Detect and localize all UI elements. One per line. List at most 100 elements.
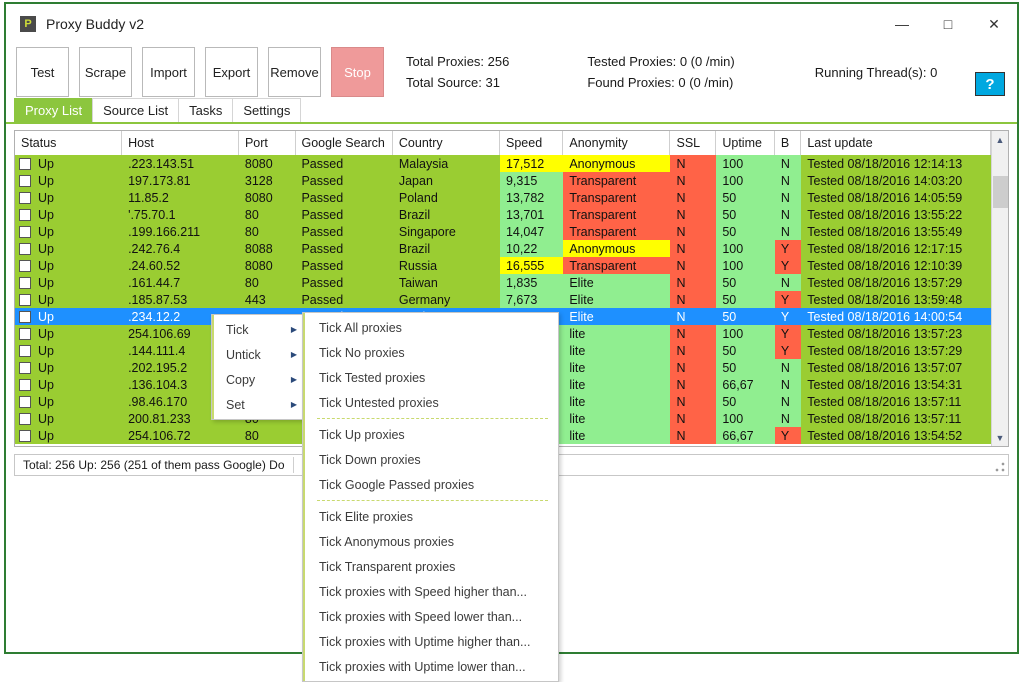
context-submenu-item[interactable]: Tick Anonymous proxies xyxy=(303,529,558,554)
row-checkbox[interactable] xyxy=(19,158,31,170)
row-host: '.75.70.1 xyxy=(122,206,239,223)
tab-proxy-list[interactable]: Proxy List xyxy=(14,98,93,122)
row-checkbox[interactable] xyxy=(19,430,31,442)
row-checkbox[interactable] xyxy=(19,311,31,323)
scrape-button[interactable]: Scrape xyxy=(79,47,132,97)
grid-vertical-scrollbar[interactable]: ▲ ▼ xyxy=(991,131,1008,446)
context-menu-item-tick[interactable]: Tick▶ xyxy=(212,317,305,342)
row-uptime: 100 xyxy=(716,325,775,342)
row-status: Up xyxy=(15,308,122,325)
table-row[interactable]: Up.185.87.53443PassedGermany7,673EliteN5… xyxy=(15,291,991,308)
tested-stats: Tested Proxies: 0 (0 /min) Found Proxies… xyxy=(587,47,734,97)
row-checkbox[interactable] xyxy=(19,277,31,289)
row-last-update: Tested 08/18/2016 14:05:59 xyxy=(801,189,991,206)
row-checkbox[interactable] xyxy=(19,192,31,204)
column-header-ssl[interactable]: SSL xyxy=(670,131,716,155)
row-anonymity: lite xyxy=(563,410,670,427)
column-header-host[interactable]: Host xyxy=(122,131,239,155)
column-header-country[interactable]: Country xyxy=(393,131,500,155)
context-submenu-item[interactable]: Tick Untested proxies xyxy=(303,390,558,415)
row-checkbox[interactable] xyxy=(19,413,31,425)
stop-button[interactable]: Stop xyxy=(331,47,384,97)
column-header-status[interactable]: Status xyxy=(15,131,122,155)
row-ssl: N xyxy=(670,376,716,393)
table-row[interactable]: Up'.75.70.180PassedBrazil13,701Transpare… xyxy=(15,206,991,223)
context-submenu-item[interactable]: Tick proxies with Uptime higher than... xyxy=(303,629,558,654)
column-header-b[interactable]: B xyxy=(775,131,801,155)
column-header-anonymity[interactable]: Anonymity xyxy=(563,131,670,155)
row-checkbox[interactable] xyxy=(19,396,31,408)
row-country: Japan xyxy=(393,172,500,189)
row-ssl: N xyxy=(670,274,716,291)
remove-button[interactable]: Remove xyxy=(268,47,321,97)
context-submenu-item[interactable]: Tick No proxies xyxy=(303,340,558,365)
row-ssl: N xyxy=(670,240,716,257)
context-menu-item-label: Copy xyxy=(226,373,255,387)
row-anonymity: lite xyxy=(563,342,670,359)
row-status-label: Up xyxy=(38,174,54,188)
row-b: N xyxy=(775,410,801,427)
context-submenu-item[interactable]: Tick Tested proxies xyxy=(303,365,558,390)
export-button[interactable]: Export xyxy=(205,47,258,97)
context-submenu-item[interactable]: Tick proxies with Speed lower than... xyxy=(303,604,558,629)
row-ssl: N xyxy=(670,308,716,325)
table-row[interactable]: Up.223.143.518080PassedMalaysia17,512Ano… xyxy=(15,155,991,172)
row-b: N xyxy=(775,189,801,206)
context-submenu-item[interactable]: Tick All proxies xyxy=(303,315,558,340)
row-checkbox[interactable] xyxy=(19,294,31,306)
table-row[interactable]: Up11.85.28080PassedPoland13,782Transpare… xyxy=(15,189,991,206)
row-google-search: Passed xyxy=(295,223,392,240)
table-row[interactable]: Up197.173.813128PassedJapan9,315Transpar… xyxy=(15,172,991,189)
table-row[interactable]: Up.24.60.528080PassedRussia16,555Transpa… xyxy=(15,257,991,274)
row-checkbox[interactable] xyxy=(19,209,31,221)
tab-source-list[interactable]: Source List xyxy=(92,98,179,122)
row-checkbox[interactable] xyxy=(19,260,31,272)
context-menu-item-untick[interactable]: Untick▶ xyxy=(212,342,305,367)
row-status-label: Up xyxy=(38,225,54,239)
resize-grip[interactable] xyxy=(995,462,1005,472)
row-checkbox[interactable] xyxy=(19,226,31,238)
row-checkbox[interactable] xyxy=(19,175,31,187)
row-b: Y xyxy=(775,308,801,325)
test-button[interactable]: Test xyxy=(16,47,69,97)
table-row[interactable]: Up.199.166.21180PassedSingapore14,047Tra… xyxy=(15,223,991,240)
context-submenu-item[interactable]: Tick Google Passed proxies xyxy=(303,472,558,497)
table-row[interactable]: Up.161.44.780PassedTaiwan1,835EliteN50NT… xyxy=(15,274,991,291)
row-ssl: N xyxy=(670,427,716,444)
context-submenu-item[interactable]: Tick Down proxies xyxy=(303,447,558,472)
maximize-icon[interactable]: □ xyxy=(925,4,971,44)
column-header-uptime[interactable]: Uptime xyxy=(716,131,775,155)
tab-tasks[interactable]: Tasks xyxy=(178,98,233,122)
context-menu-item-copy[interactable]: Copy▶ xyxy=(212,367,305,392)
row-checkbox[interactable] xyxy=(19,345,31,357)
column-header-speed[interactable]: Speed xyxy=(500,131,563,155)
row-country: Brazil xyxy=(393,206,500,223)
tab-settings[interactable]: Settings xyxy=(232,98,301,122)
context-submenu-item[interactable]: Tick Elite proxies xyxy=(303,504,558,529)
help-button[interactable]: ? xyxy=(975,72,1005,96)
row-speed: 14,047 xyxy=(500,223,563,240)
close-icon[interactable]: ✕ xyxy=(971,4,1017,44)
row-ssl: N xyxy=(670,223,716,240)
context-menu-item-set[interactable]: Set▶ xyxy=(212,392,305,417)
minimize-icon[interactable]: — xyxy=(879,4,925,44)
column-header-last-update[interactable]: Last update xyxy=(801,131,991,155)
row-checkbox[interactable] xyxy=(19,328,31,340)
row-checkbox[interactable] xyxy=(19,243,31,255)
row-anonymity: Anonymous xyxy=(563,240,670,257)
row-port: 8080 xyxy=(239,155,296,172)
import-button[interactable]: Import xyxy=(142,47,195,97)
column-header-google-search[interactable]: Google Search xyxy=(296,131,393,155)
row-checkbox[interactable] xyxy=(19,379,31,391)
column-header-port[interactable]: Port xyxy=(239,131,296,155)
context-submenu-item[interactable]: Tick Transparent proxies xyxy=(303,554,558,579)
context-submenu-item[interactable]: Tick proxies with Speed higher than... xyxy=(303,579,558,604)
scroll-thumb[interactable] xyxy=(993,176,1008,208)
scroll-down-icon[interactable]: ▼ xyxy=(992,429,1008,446)
table-row[interactable]: Up.242.76.48088PassedBrazil10,22Anonymou… xyxy=(15,240,991,257)
row-port: 80 xyxy=(239,427,296,444)
scroll-up-icon[interactable]: ▲ xyxy=(992,131,1008,148)
context-submenu-item[interactable]: Tick Up proxies xyxy=(303,422,558,447)
row-host: 197.173.81 xyxy=(122,172,239,189)
row-checkbox[interactable] xyxy=(19,362,31,374)
